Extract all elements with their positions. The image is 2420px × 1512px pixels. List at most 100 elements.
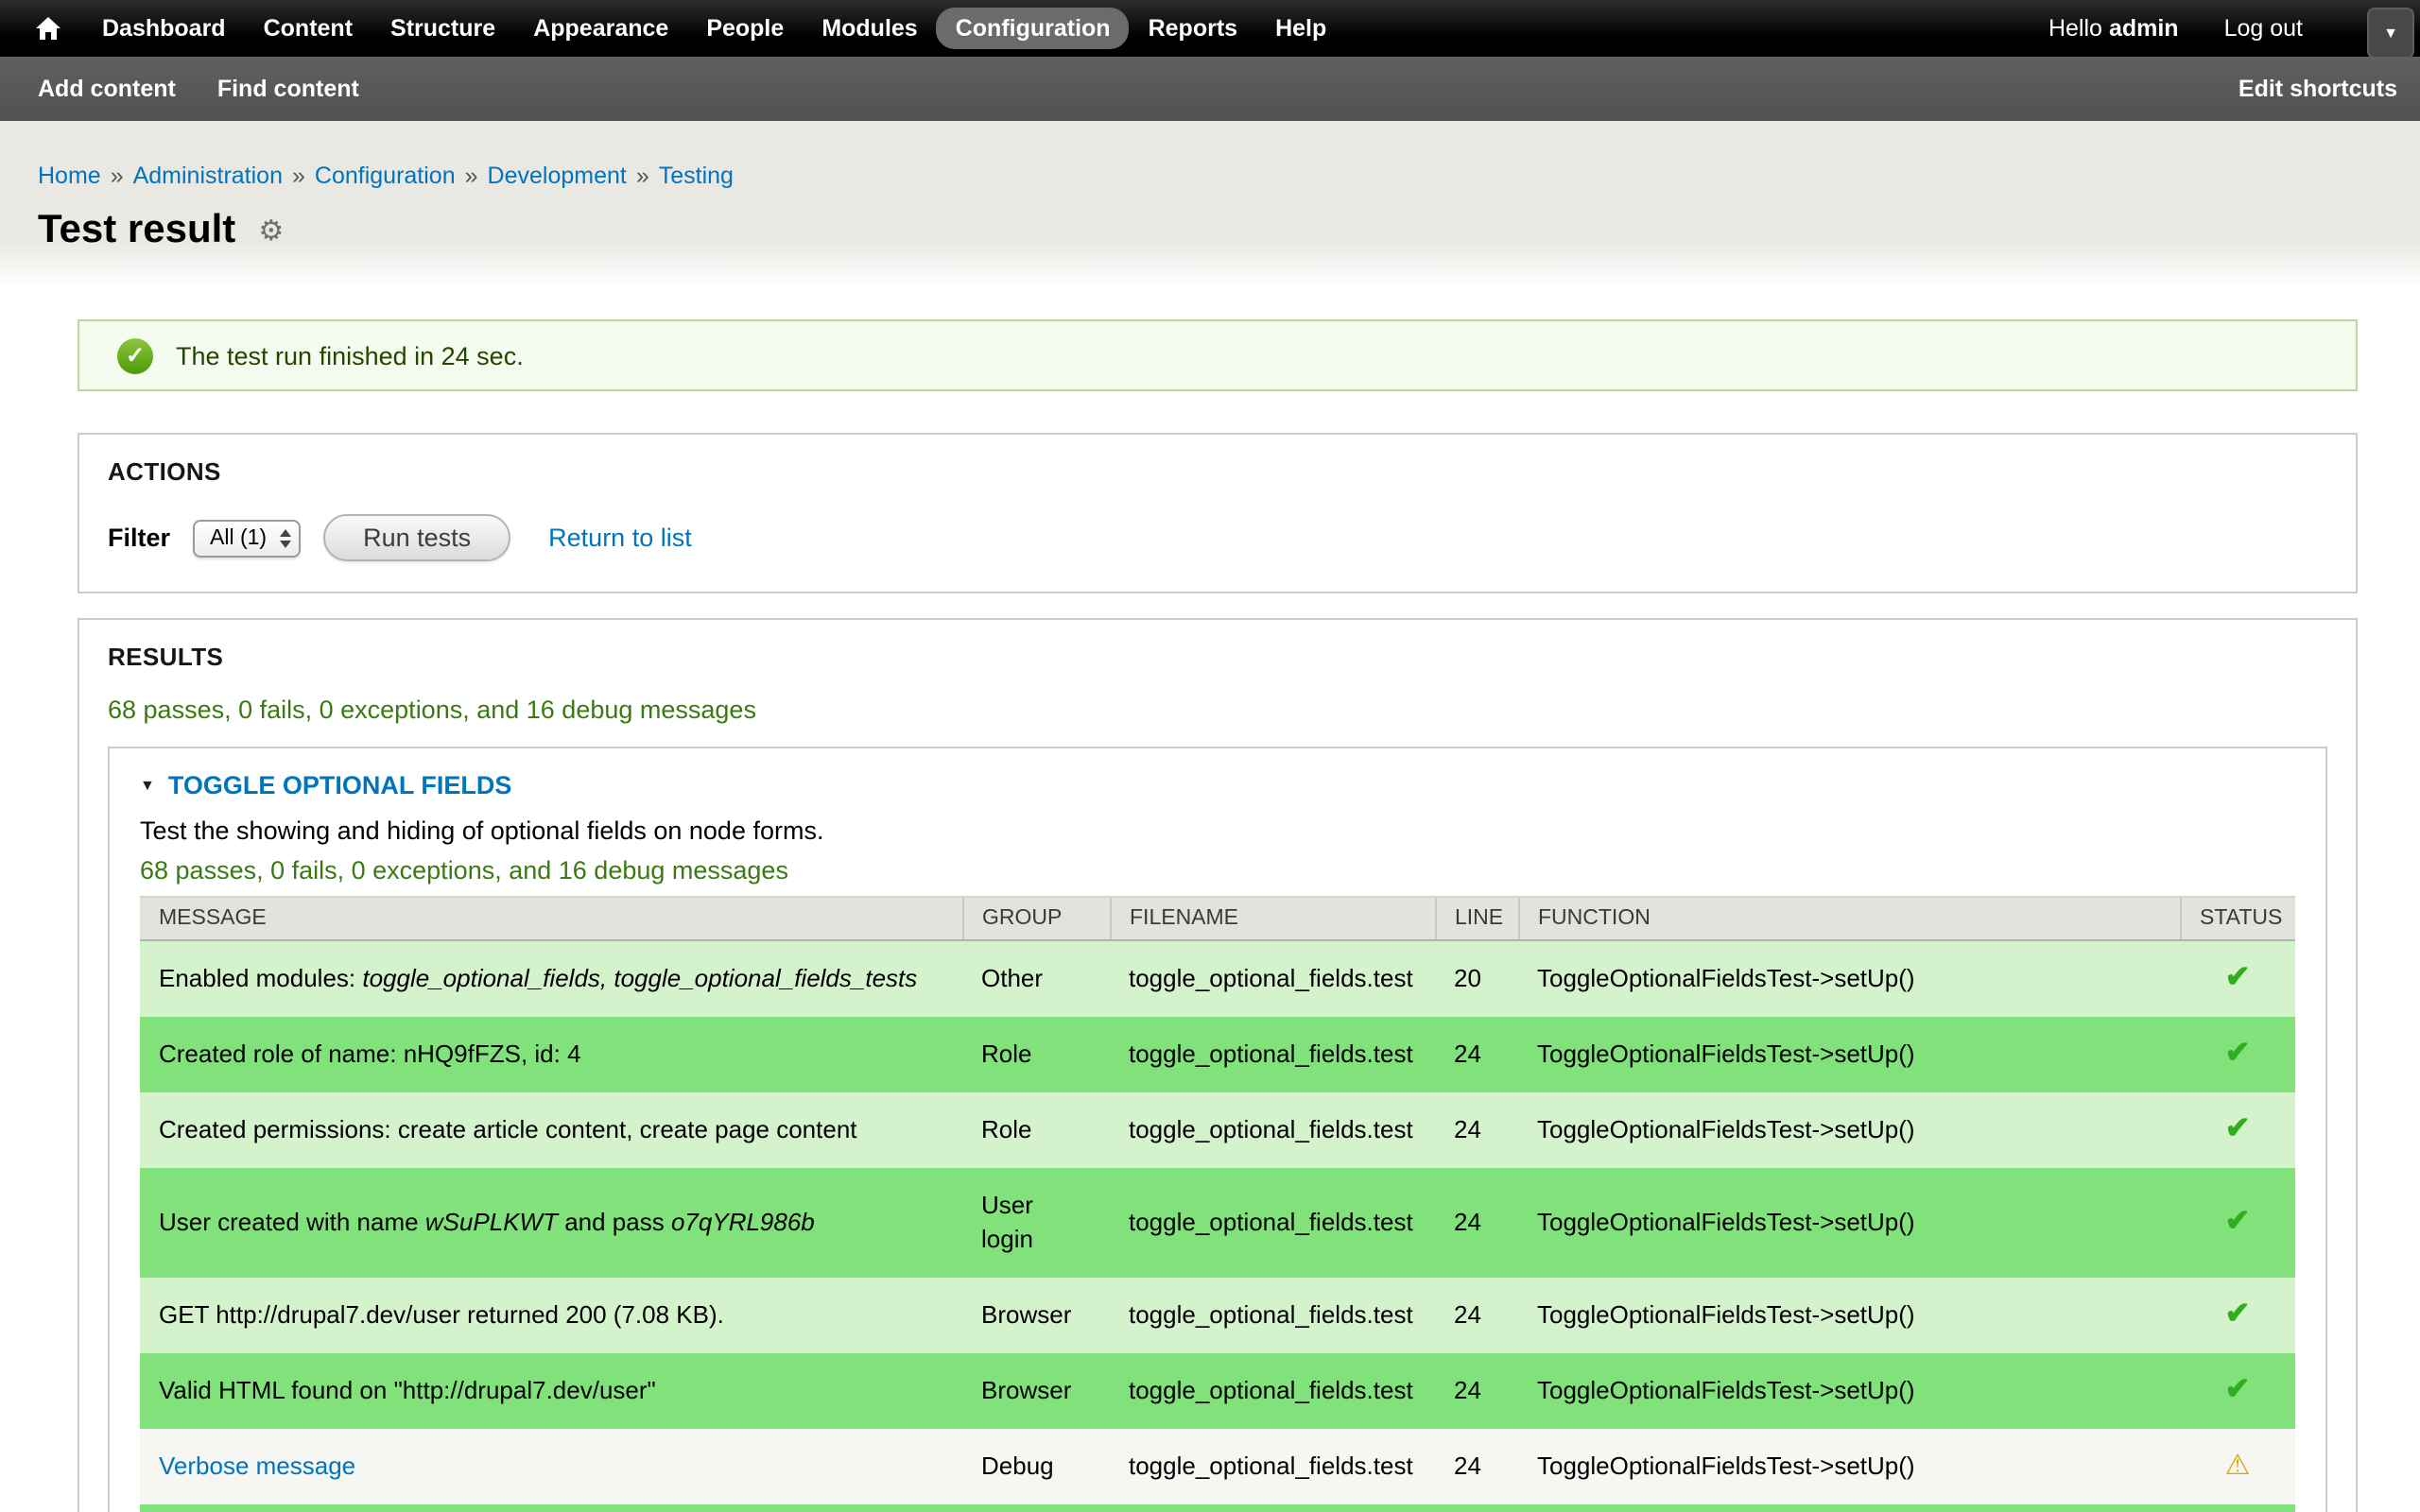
shortcut-add-content[interactable]: Add content [38, 76, 176, 102]
cell-status: ✔ [2180, 940, 2295, 1017]
cell-line: 24 [1435, 1429, 1518, 1504]
page-header: Home»Administration»Configuration»Develo… [0, 121, 2420, 287]
filter-label: Filter [108, 524, 170, 552]
collapse-arrow-icon: ▼ [140, 777, 155, 794]
test-group-summary: 68 passes, 0 fails, 0 exceptions, and 16… [140, 856, 2295, 885]
table-row: Enabled modules: toggle_optional_fields,… [140, 940, 2295, 1017]
shortcuts-bar: Add content Find content Edit shortcuts [0, 57, 2420, 121]
header-line: LINE [1435, 897, 1518, 940]
cell-filename: toggle_optional_fields.test [1110, 1353, 1435, 1429]
cell-filename: toggle_optional_fields.test [1110, 1429, 1435, 1504]
message-text: GET http://drupal7.dev/user returned 200… [159, 1300, 724, 1329]
cell-group: User login [962, 1168, 1110, 1278]
drupal-admin-page: Dashboard Content Structure Appearance P… [0, 0, 2420, 1512]
return-to-list-link[interactable]: Return to list [548, 524, 692, 552]
content-area: ✓ The test run finished in 24 sec. ACTIO… [0, 319, 2420, 1512]
menu-item-structure[interactable]: Structure [372, 8, 514, 49]
cell-function: ToggleOptionalFieldsTest->setUp() [1518, 1429, 2180, 1504]
cell-function: ToggleOptionalFieldsTest->setUp() [1518, 1353, 2180, 1429]
cell-status: ✔ [2180, 1168, 2295, 1278]
cell-function: ToggleOptionalFieldsTest->setUp() [1518, 1017, 2180, 1092]
message-text: Created permissions: create article cont… [159, 1115, 857, 1143]
filter-selected-value: All (1) [210, 526, 267, 549]
cell-function: ToggleOptionalFieldsTest->setUp() [1518, 1092, 2180, 1168]
home-icon[interactable] [23, 0, 72, 57]
cell-line: 24 [1435, 1168, 1518, 1278]
edit-shortcuts-link[interactable]: Edit shortcuts [2238, 76, 2397, 102]
pass-check-icon: ✔ [2225, 1206, 2251, 1238]
shortcut-find-content[interactable]: Find content [217, 76, 359, 102]
home-icon-glyph [35, 17, 60, 40]
breadcrumb-home[interactable]: Home [38, 163, 101, 189]
cell-status: ✔ [2180, 1353, 2295, 1429]
cell-filename: toggle_optional_fields.test [1110, 1278, 1435, 1353]
table-row: Valid HTML found on "http://drupal7.dev/… [140, 1353, 2295, 1429]
cell-filename: toggle_optional_fields.test [1110, 1168, 1435, 1278]
cell-line: 24 [1435, 1278, 1518, 1353]
cell-message: Created permissions: create article cont… [140, 1092, 962, 1168]
warning-icon: ⚠ [2225, 1450, 2251, 1482]
menu-item-reports[interactable]: Reports [1130, 8, 1256, 49]
table-row: GET http://drupal7.dev/user returned 200… [140, 1278, 2295, 1353]
filter-select[interactable]: All (1) [193, 519, 301, 557]
cell-function: ToggleOptionalFieldsTest->setUp() [1518, 1168, 2180, 1278]
gear-icon[interactable]: ⚙ [258, 216, 284, 245]
results-table-body: Enabled modules: toggle_optional_fields,… [140, 940, 2295, 1512]
message-emphasis: toggle_optional_fields, toggle_optional_… [362, 964, 917, 992]
menu-item-people[interactable]: People [687, 8, 803, 49]
breadcrumb-separator: » [111, 163, 124, 189]
table-row: User created with name wSuPLKWT and pass… [140, 1168, 2295, 1278]
toolbar-user-area: Hello admin Log out [2048, 15, 2303, 42]
menu-item-configuration[interactable]: Configuration [937, 8, 1130, 49]
menu-item-help[interactable]: Help [1256, 8, 1345, 49]
breadcrumb-administration[interactable]: Administration [133, 163, 283, 189]
table-row: Created role of name: nHQ9fFZS, id: 4Rol… [140, 1017, 2295, 1092]
header-filename: FILENAME [1110, 897, 1435, 940]
message-text: User created with name [159, 1208, 425, 1236]
cell-status: ✔ [2180, 1017, 2295, 1092]
cell-line: 24 [1435, 1017, 1518, 1092]
page-title: Test result [38, 208, 235, 253]
cell-filename: toggle_optional_fields.test [1110, 1092, 1435, 1168]
test-group-description: Test the showing and hiding of optional … [140, 816, 2295, 845]
run-tests-button[interactable]: Run tests [323, 514, 510, 561]
cell-filename: toggle_optional_fields.test [1110, 940, 1435, 1017]
chevron-down-icon: ▼ [2383, 25, 2398, 42]
breadcrumb-development[interactable]: Development [488, 163, 627, 189]
actions-controls: Filter All (1) Run tests Return to list [108, 514, 2327, 561]
table-row: Created permissions: create article cont… [140, 1092, 2295, 1168]
table-row-partial [140, 1504, 2295, 1512]
verbose-message-link[interactable]: Verbose message [159, 1452, 355, 1480]
test-group-fieldset: ▼ TOGGLE OPTIONAL FIELDS Test the showin… [108, 747, 2327, 1512]
logout-link[interactable]: Log out [2224, 15, 2303, 42]
header-function: FUNCTION [1518, 897, 2180, 940]
message-text: Valid HTML found on "http://drupal7.dev/… [159, 1376, 656, 1404]
cell-group: Other [962, 940, 1110, 1017]
cell-line: 24 [1435, 1353, 1518, 1429]
admin-menu: Dashboard Content Structure Appearance P… [83, 8, 1345, 49]
menu-item-content[interactable]: Content [245, 8, 372, 49]
actions-heading: ACTIONS [108, 457, 2327, 486]
pass-check-icon: ✔ [2225, 1374, 2251, 1406]
toolbar-toggle-button[interactable]: ▼ [2367, 8, 2414, 59]
menu-item-dashboard[interactable]: Dashboard [83, 8, 245, 49]
results-table-head: MESSAGE GROUP FILENAME LINE FUNCTION STA… [140, 897, 2295, 940]
menu-item-modules[interactable]: Modules [803, 8, 936, 49]
actions-panel: ACTIONS Filter All (1) Run tests Return … [78, 433, 2358, 593]
pass-check-icon: ✔ [2225, 1113, 2251, 1145]
status-message: ✓ The test run finished in 24 sec. [78, 319, 2358, 391]
breadcrumb-configuration[interactable]: Configuration [315, 163, 456, 189]
message-emphasis: o7qYRL986b [671, 1208, 815, 1236]
breadcrumb-testing[interactable]: Testing [659, 163, 734, 189]
menu-item-appearance[interactable]: Appearance [514, 8, 687, 49]
cell-message: Valid HTML found on "http://drupal7.dev/… [140, 1353, 962, 1429]
message-text: Enabled modules: [159, 964, 362, 992]
table-row: Verbose messageDebugtoggle_optional_fiel… [140, 1429, 2295, 1504]
user-greeting: Hello admin [2048, 15, 2179, 42]
message-emphasis: wSuPLKWT [425, 1208, 558, 1236]
pass-check-icon: ✔ [2225, 1038, 2251, 1070]
status-ok-icon: ✓ [117, 337, 153, 373]
results-heading: RESULTS [108, 643, 2327, 671]
test-group-toggle-link[interactable]: TOGGLE OPTIONAL FIELDS [168, 771, 512, 799]
cell-status: ✔ [2180, 1092, 2295, 1168]
